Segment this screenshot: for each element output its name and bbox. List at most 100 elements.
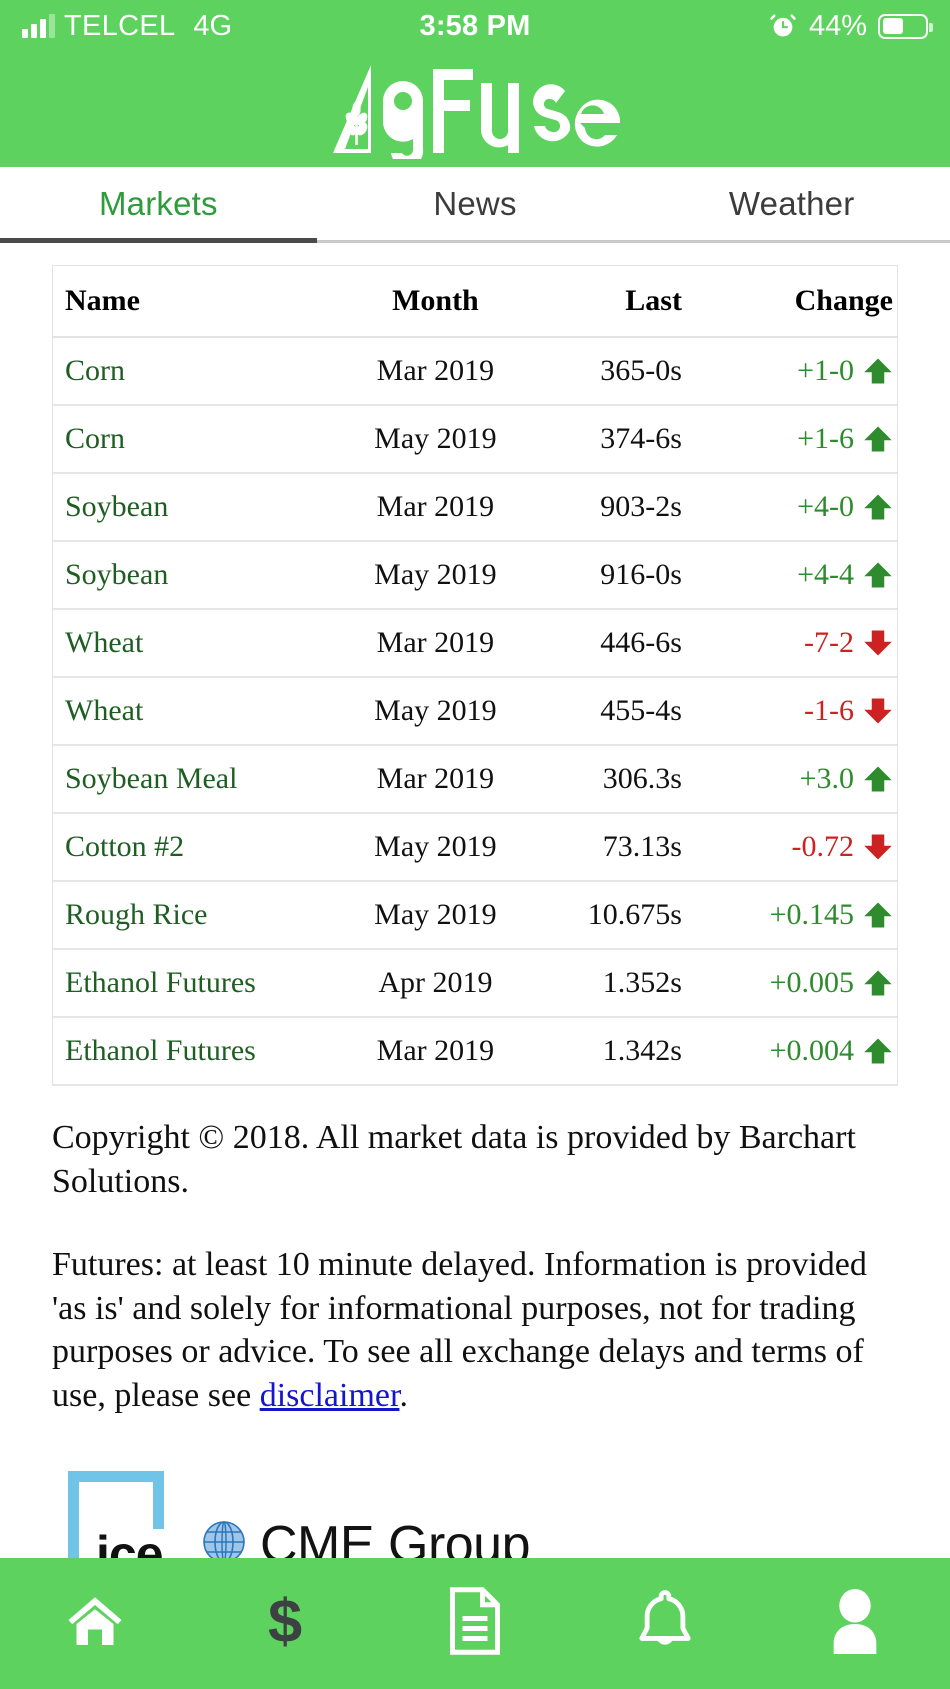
nav-markets[interactable]: $	[190, 1586, 380, 1661]
cell-month: Apr 2019	[339, 949, 532, 1018]
cell-last: 10.675s	[531, 881, 712, 950]
svg-text:$: $	[268, 1586, 302, 1655]
cell-name: Wheat	[53, 609, 340, 678]
change-value: +4-0	[797, 490, 854, 523]
cell-change: -7-2	[711, 609, 897, 678]
cell-month: Mar 2019	[339, 1017, 532, 1086]
cell-change: +4-0	[711, 473, 897, 542]
tab-markets-label: Markets	[98, 184, 218, 222]
market-table-container: Name Month Last Change Corn Mar 2019 365-0…	[52, 265, 898, 1086]
cell-change: +0.004	[711, 1017, 897, 1086]
table-row[interactable]: Rough Rice May 2019 10.675s +0.145	[53, 881, 897, 950]
cell-change: +4-4	[711, 541, 897, 610]
table-row[interactable]: Soybean Meal Mar 2019 306.3s +3.0	[53, 745, 897, 814]
column-header-change[interactable]: Change	[711, 266, 897, 338]
cell-last: 455-4s	[531, 677, 712, 746]
change-value: -1-6	[804, 694, 854, 727]
nav-alerts[interactable]	[570, 1586, 760, 1661]
dollar-icon: $	[262, 1586, 308, 1661]
table-header-row: Name Month Last Change	[53, 266, 897, 338]
table-row[interactable]: Wheat Mar 2019 446-6s -7-2	[53, 609, 897, 678]
arrow-up-icon	[863, 560, 893, 590]
arrow-down-icon	[863, 628, 893, 658]
cell-name: Wheat	[53, 677, 340, 746]
table-row[interactable]: Wheat May 2019 455-4s -1-6	[53, 677, 897, 746]
column-header-last[interactable]: Last	[531, 266, 712, 338]
change-value: -0.72	[791, 830, 855, 863]
column-header-name[interactable]: Name	[53, 266, 340, 338]
cell-name: Soybean	[53, 541, 340, 610]
table-row[interactable]: Corn Mar 2019 365-0s +1-0	[53, 337, 897, 406]
disclaimer-link[interactable]: disclaimer	[260, 1377, 400, 1414]
cell-month: Mar 2019	[339, 745, 532, 814]
change-value: +0.005	[769, 966, 854, 999]
cell-change: +0.145	[711, 881, 897, 950]
cell-change: +3.0	[711, 745, 897, 814]
cell-name: Ethanol Futures	[53, 1017, 340, 1086]
cell-last: 903-2s	[531, 473, 712, 542]
clock-label: 3:58 PM	[419, 9, 531, 42]
market-table-head: Name Month Last Change	[53, 266, 897, 338]
document-icon	[446, 1586, 504, 1661]
cell-name: Cotton #2	[53, 813, 340, 882]
arrow-up-icon	[863, 1036, 893, 1066]
table-row[interactable]: Soybean Mar 2019 903-2s +4-0	[53, 473, 897, 542]
cell-name: Corn	[53, 405, 340, 474]
cell-change: -0.72	[711, 813, 897, 882]
cell-last: 1.352s	[531, 949, 712, 1018]
table-row[interactable]: Cotton #2 May 2019 73.13s -0.72	[53, 813, 897, 882]
tab-markets[interactable]: Markets	[0, 167, 317, 243]
tab-weather-label: Weather	[728, 184, 855, 222]
table-row[interactable]: Ethanol Futures Apr 2019 1.352s +0.005	[53, 949, 897, 1018]
disclaimer-text: Futures: at least 10 minute delayed. Inf…	[52, 1243, 898, 1417]
cell-last: 1.342s	[531, 1017, 712, 1086]
agfuse-wheat-logo	[325, 61, 625, 159]
change-value: +4-4	[797, 558, 854, 591]
arrow-up-icon	[863, 424, 893, 454]
table-row[interactable]: Soybean May 2019 916-0s +4-4	[53, 541, 897, 610]
alarm-clock-icon	[769, 12, 797, 40]
cell-change: +1-6	[711, 405, 897, 474]
change-value: +3.0	[799, 762, 854, 795]
cell-last: 306.3s	[531, 745, 712, 814]
tab-news[interactable]: News	[317, 167, 634, 240]
network-type-label: 4G	[193, 9, 233, 42]
cell-month: Mar 2019	[339, 337, 532, 406]
cell-month: May 2019	[339, 813, 532, 882]
arrow-up-icon	[863, 968, 893, 998]
signal-bars-icon	[22, 14, 55, 38]
cell-change: +1-0	[711, 337, 897, 406]
table-row[interactable]: Ethanol Futures Mar 2019 1.342s +0.004	[53, 1017, 897, 1086]
battery-icon	[878, 13, 933, 39]
arrow-down-icon	[863, 696, 893, 726]
column-header-month[interactable]: Month	[339, 266, 532, 338]
cell-name: Ethanol Futures	[53, 949, 340, 1018]
arrow-down-icon	[863, 832, 893, 862]
nav-feed[interactable]	[380, 1586, 570, 1661]
copyright-text: Copyright © 2018. All market data is pro…	[52, 1119, 856, 1200]
tab-weather[interactable]: Weather	[633, 167, 950, 240]
cell-change: -1-6	[711, 677, 897, 746]
cell-month: May 2019	[339, 677, 532, 746]
cell-month: Mar 2019	[339, 609, 532, 678]
arrow-up-icon	[863, 900, 893, 930]
status-bar-right: 44%	[531, 10, 933, 43]
home-icon	[62, 1591, 128, 1656]
cell-month: May 2019	[339, 541, 532, 610]
change-value: +0.004	[769, 1034, 854, 1067]
cell-change: +0.005	[711, 949, 897, 1018]
arrow-up-icon	[863, 356, 893, 386]
nav-profile[interactable]	[760, 1588, 950, 1659]
market-table: Name Month Last Change Corn Mar 2019 365-0…	[53, 266, 897, 1086]
cell-name: Corn	[53, 337, 340, 406]
app-header	[0, 52, 950, 167]
status-bar-left: TELCEL 4G	[22, 10, 420, 43]
cell-name: Soybean Meal	[53, 745, 340, 814]
nav-home[interactable]	[0, 1591, 190, 1656]
cell-last: 73.13s	[531, 813, 712, 882]
cell-month: Mar 2019	[339, 473, 532, 542]
cell-last: 374-6s	[531, 405, 712, 474]
main-tabs: Markets News Weather	[0, 167, 950, 243]
table-row[interactable]: Corn May 2019 374-6s +1-6	[53, 405, 897, 474]
change-value: +1-0	[797, 354, 854, 387]
